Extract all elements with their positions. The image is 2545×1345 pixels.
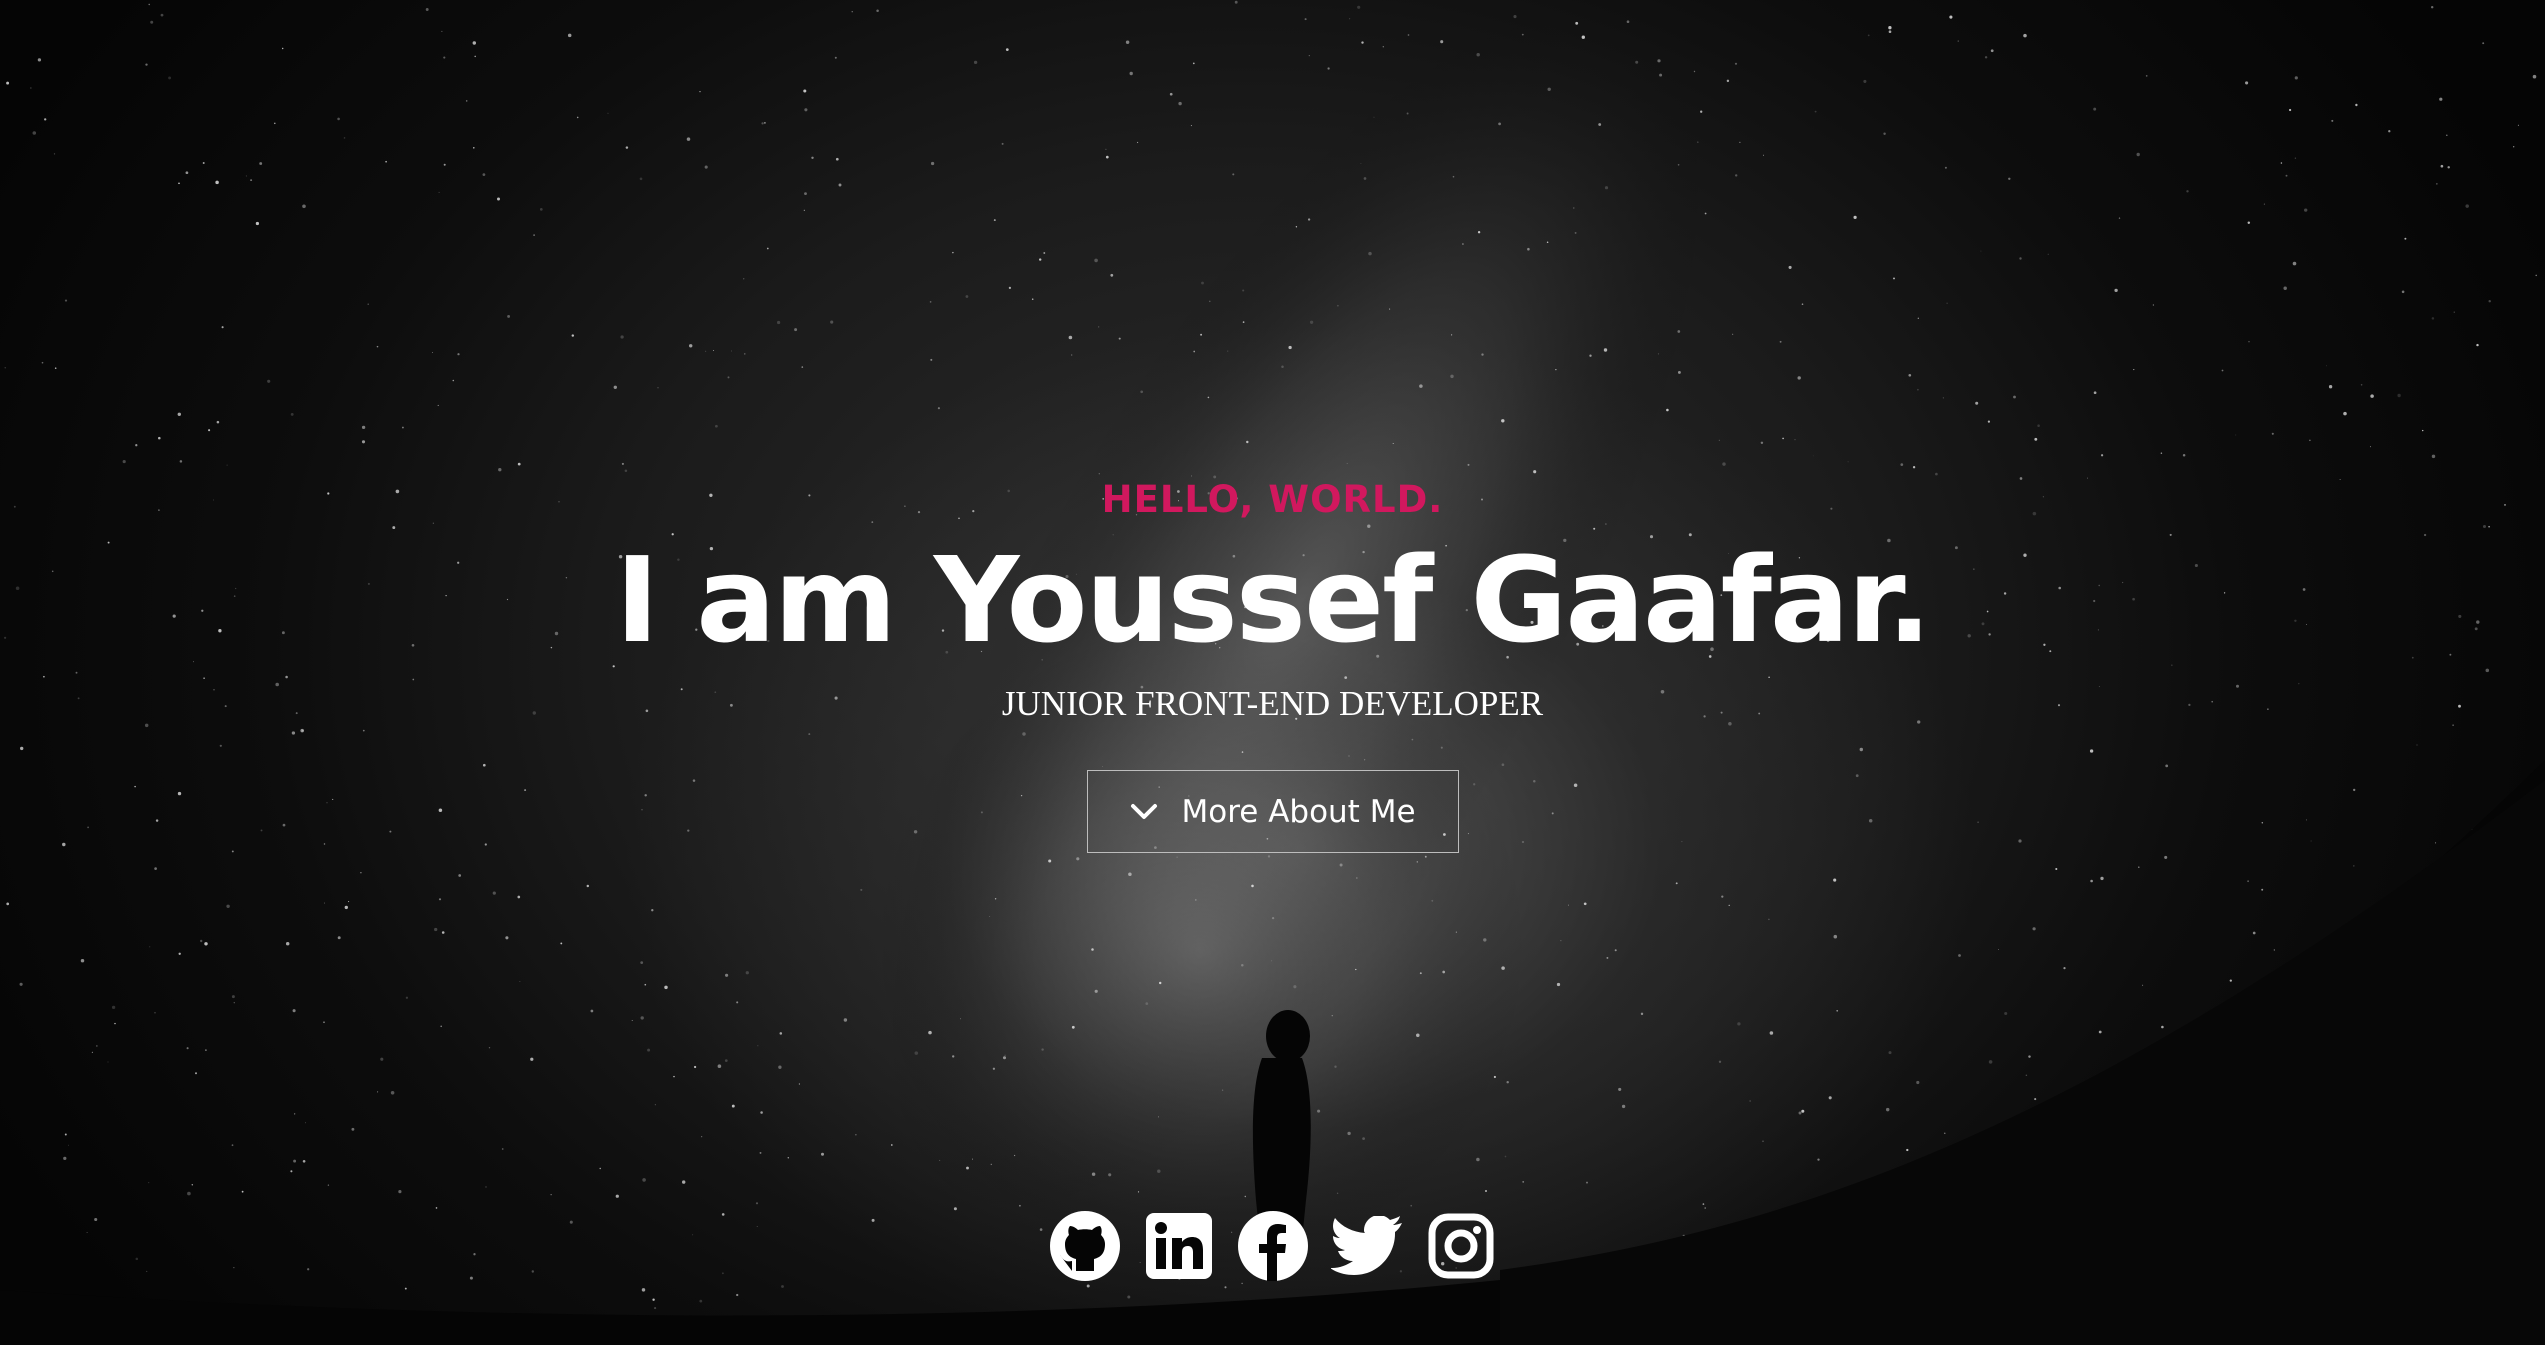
- chevron-down-icon: [1131, 803, 1158, 819]
- linkedin-link[interactable]: [1143, 1210, 1215, 1282]
- facebook-icon: [1237, 1211, 1308, 1281]
- social-links: [0, 1210, 2545, 1282]
- github-link[interactable]: [1049, 1210, 1121, 1282]
- linkedin-icon: [1145, 1213, 1212, 1279]
- hero-section: HELLO, WORLD. I am Youssef Gaafar. JUNIO…: [0, 0, 2545, 1345]
- more-about-me-label: More About Me: [1181, 793, 1416, 830]
- instagram-link[interactable]: [1425, 1210, 1497, 1282]
- hero-content: HELLO, WORLD. I am Youssef Gaafar. JUNIO…: [0, 470, 2545, 853]
- twitter-icon: [1330, 1216, 1402, 1275]
- facebook-link[interactable]: [1237, 1210, 1309, 1282]
- hero-role: JUNIOR FRONT-END DEVELOPER: [1001, 684, 1544, 723]
- hero-name-heading: I am Youssef Gaafar.: [615, 531, 1932, 669]
- instagram-icon: [1428, 1213, 1493, 1279]
- hero-greeting: HELLO, WORLD.: [1101, 478, 1444, 521]
- more-about-me-button[interactable]: More About Me: [1086, 770, 1459, 853]
- github-icon: [1049, 1211, 1120, 1281]
- twitter-link[interactable]: [1330, 1210, 1403, 1282]
